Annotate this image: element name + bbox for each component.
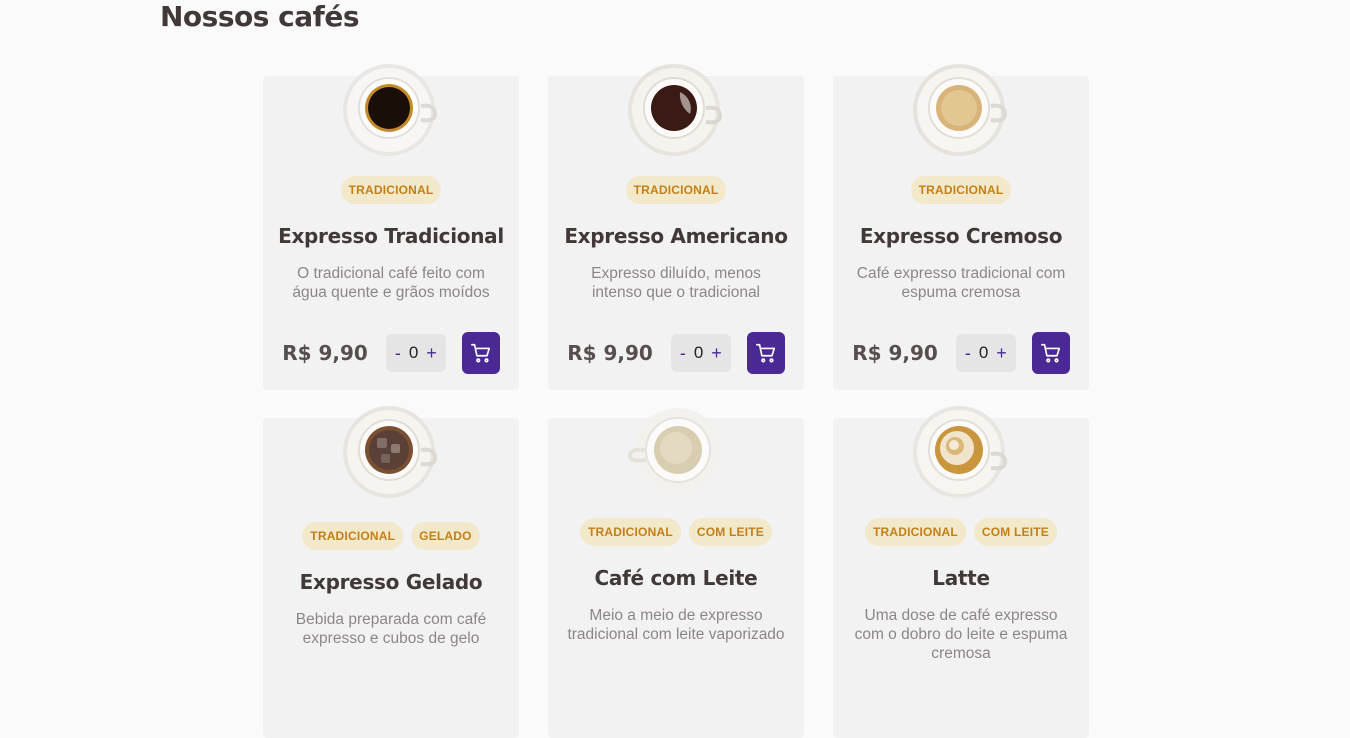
quantity-stepper: - 0 + [385,334,446,372]
product-description: Café expresso tradicional com espuma cre… [856,265,1066,301]
buy-section: R$ 9,90 - 0 + [548,332,804,374]
coffee-card: TRADICIONAL Expresso Cremoso Café expres… [833,64,1089,390]
tag-list: TRADICIONAL COM LEITE [580,518,772,546]
increase-button[interactable]: + [996,343,1007,364]
tag-badge: TRADICIONAL [302,522,404,550]
page-title: Nossos cafés [160,0,359,33]
coffee-card: TRADICIONAL COM LEITE Café com Leite Mei… [548,408,804,738]
product-price: R$ 9,90 [852,341,938,365]
coffee-cup-image [913,406,1008,498]
product-name: Latte [932,566,990,590]
tag-list: TRADICIONAL GELADO [302,522,480,550]
increase-button[interactable]: + [711,343,722,364]
shopping-cart-icon [470,343,490,363]
decrease-button[interactable]: - [965,343,971,364]
increase-button[interactable]: + [426,343,437,364]
product-name: Café com Leite [594,566,758,590]
product-name: Expresso Gelado [299,570,483,594]
coffee-grid: TRADICIONAL Expresso Tradicional O tradi… [263,64,1089,738]
buy-section: R$ 9,90 - 0 + [263,332,519,374]
coffee-cup-image [628,408,722,496]
product-price: R$ 9,90 [282,341,368,365]
quantity-stepper: - 0 + [670,334,731,372]
tag-badge: TRADICIONAL [865,518,966,546]
tag-list: TRADICIONAL [340,176,442,204]
tag-badge: TRADICIONAL [910,176,1012,204]
add-to-cart-button[interactable] [461,332,500,374]
coffee-card: TRADICIONAL Expresso Americano Expresso … [548,64,804,390]
tag-badge: TRADICIONAL [625,176,727,204]
tag-badge: GELADO [411,522,480,550]
coffee-cup-image [343,64,438,156]
product-name: Expresso Tradicional [278,224,504,248]
product-description: Bebida preparada com café expresso e cub… [295,611,487,647]
add-to-cart-button[interactable] [1031,332,1070,374]
buy-section: R$ 9,90 - 0 + [833,332,1089,374]
decrease-button[interactable]: - [395,343,401,364]
tag-badge: TRADICIONAL [340,176,442,204]
coffee-card: TRADICIONAL COM LEITE Latte Uma dose de … [833,406,1089,738]
tag-badge: COM LEITE [688,518,772,546]
product-description: Expresso diluído, menos intenso que o tr… [591,265,761,301]
add-to-cart-button[interactable] [746,332,785,374]
coffee-card: TRADICIONAL Expresso Tradicional O tradi… [263,64,519,390]
product-price: R$ 9,90 [567,341,653,365]
product-description: O tradicional café feito com água quente… [292,265,490,301]
quantity-value: 0 [693,343,704,362]
quantity-stepper: - 0 + [955,334,1016,372]
tag-list: TRADICIONAL [910,176,1012,204]
decrease-button[interactable]: - [680,343,686,364]
product-name: Expresso Cremoso [859,224,1063,248]
tag-list: TRADICIONAL COM LEITE [865,518,1057,546]
shopping-cart-icon [755,343,775,363]
tag-badge: TRADICIONAL [580,518,681,546]
quantity-value: 0 [408,343,419,362]
tag-badge: COM LEITE [973,518,1057,546]
shopping-cart-icon [1040,343,1060,363]
tag-list: TRADICIONAL [625,176,727,204]
product-name: Expresso Americano [564,224,788,248]
product-description: Meio a meio de expresso tradicional com … [567,607,785,643]
coffee-cup-image [913,64,1008,156]
coffee-cup-image [343,406,438,498]
coffee-card: TRADICIONAL GELADO Expresso Gelado Bebid… [263,406,519,738]
product-description: Uma dose de café expresso com o dobro do… [854,607,1068,662]
quantity-value: 0 [978,343,989,362]
coffee-cup-image [628,64,723,156]
